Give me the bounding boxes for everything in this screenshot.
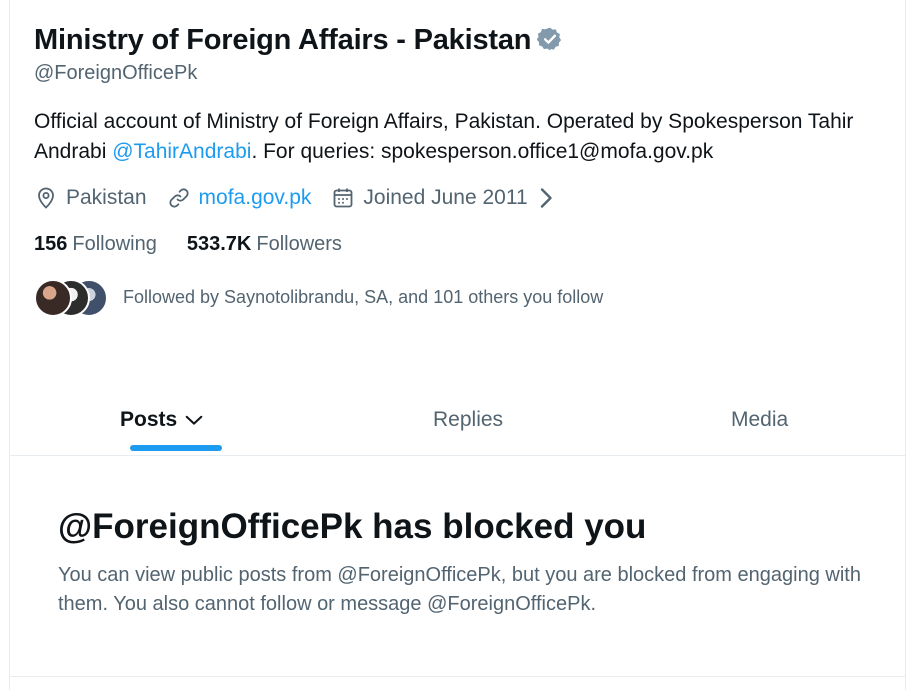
joined-item[interactable]: Joined June 2011	[331, 186, 565, 210]
verified-badge-icon[interactable]	[537, 26, 563, 52]
display-name: Ministry of Foreign Affairs - Pakistan	[34, 23, 532, 56]
divider	[10, 676, 905, 677]
tab-media-label: Media	[731, 408, 789, 431]
follow-stats: 156 Following 533.7K Followers	[34, 229, 894, 259]
profile-header: Ministry of Foreign Affairs - Pakistan @…	[34, 20, 894, 317]
followers-stat[interactable]: 533.7K Followers	[187, 233, 342, 256]
blocked-title: @ForeignOfficePk has blocked you	[58, 507, 647, 546]
location-item: Pakistan	[34, 186, 147, 210]
following-count: 156	[34, 232, 68, 255]
chevron-down-icon[interactable]	[183, 409, 205, 431]
tab-posts-label: Posts	[120, 408, 178, 431]
followed-by-text: Followed by Saynotolibrandu, SA, and 101…	[123, 286, 604, 307]
name-row: Ministry of Foreign Affairs - Pakistan	[34, 20, 894, 60]
followers-label: Followers	[256, 232, 342, 255]
active-tab-indicator	[130, 445, 222, 451]
tab-media[interactable]: Media	[731, 385, 788, 455]
follower-avatars	[34, 279, 108, 317]
profile-bio: Official account of Ministry of Foreign …	[34, 107, 854, 167]
followers-count: 533.7K	[186, 232, 252, 255]
blocked-description: You can view public posts from @ForeignO…	[58, 564, 861, 615]
website-link[interactable]: mofa.gov.pk	[199, 186, 312, 210]
profile-tabs: Posts Replies Media	[10, 385, 905, 456]
location-text: Pakistan	[66, 186, 147, 209]
joined-text: Joined June 2011	[363, 186, 528, 209]
followed-by-row[interactable]: Followed by Saynotolibrandu, SA, and 101…	[34, 279, 894, 317]
profile-handle: @ForeignOfficePk	[34, 62, 198, 84]
avatar	[34, 279, 72, 317]
website-item[interactable]: mofa.gov.pk	[167, 186, 312, 210]
calendar-icon	[333, 188, 353, 208]
following-stat[interactable]: 156 Following	[34, 233, 157, 256]
profile-meta: Pakistan mofa.gov.pk Joined June 2011	[34, 181, 894, 215]
tab-replies[interactable]: Replies	[433, 385, 503, 455]
tab-replies-label: Replies	[433, 408, 504, 431]
blocked-notice: @ForeignOfficePk has blocked you You can…	[58, 505, 878, 619]
bio-text-2: . For queries: spokesperson.office1@mofa…	[251, 140, 714, 163]
chevron-right-icon[interactable]	[534, 186, 558, 210]
link-icon	[168, 188, 189, 208]
following-label: Following	[72, 232, 157, 255]
location-pin-icon	[38, 187, 54, 209]
bio-mention-link[interactable]: @TahirAndrabi	[112, 140, 251, 163]
